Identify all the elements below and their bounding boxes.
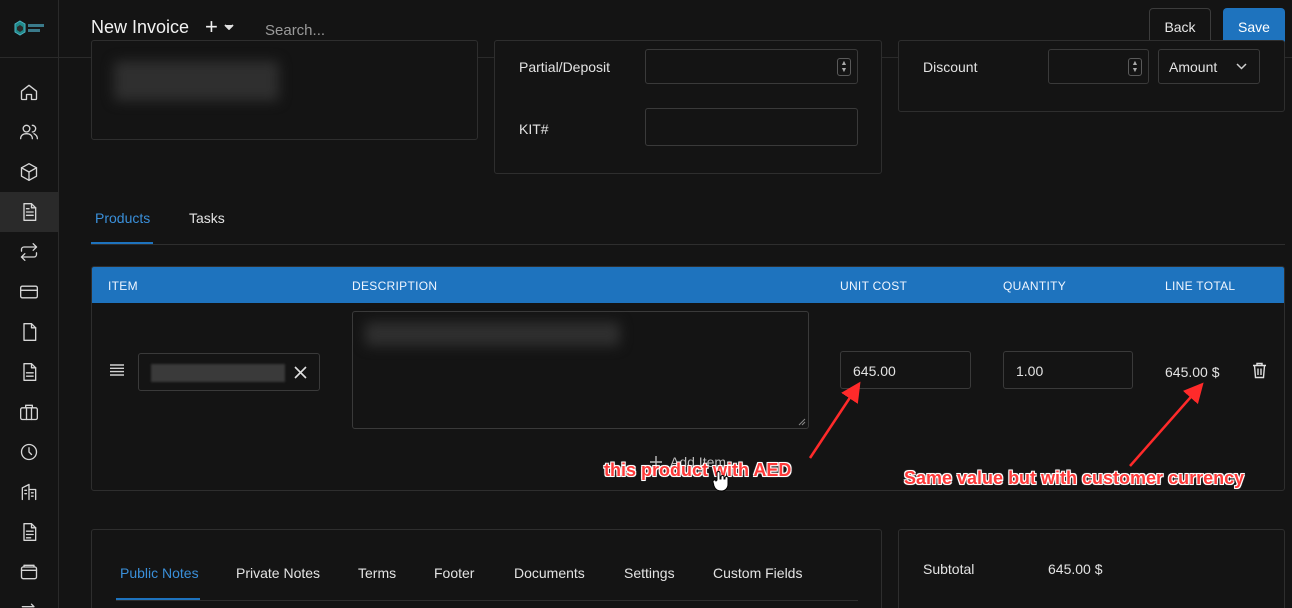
tab-terms[interactable]: Terms bbox=[358, 565, 396, 581]
line-items-table: ITEM DESCRIPTION UNIT COST QUANTITY LINE… bbox=[91, 266, 1285, 491]
tab-documents[interactable]: Documents bbox=[514, 565, 585, 581]
description-textarea[interactable] bbox=[352, 311, 809, 429]
sidebar-item-quotes[interactable] bbox=[0, 312, 58, 352]
column-header-description: DESCRIPTION bbox=[352, 279, 438, 293]
discount-type-select[interactable]: Amount bbox=[1158, 49, 1260, 84]
credit-card-icon bbox=[20, 285, 38, 299]
plus-icon: + bbox=[205, 14, 218, 39]
kit-label: KIT# bbox=[519, 121, 549, 137]
chevron-down-icon bbox=[224, 24, 234, 30]
totals-card: Subtotal 645.00 $ bbox=[898, 529, 1285, 608]
sidebar-item-projects[interactable] bbox=[0, 392, 58, 432]
tab-private-notes[interactable]: Private Notes bbox=[236, 565, 320, 581]
drag-handle-icon[interactable] bbox=[109, 364, 125, 376]
tab-custom-fields[interactable]: Custom Fields bbox=[713, 565, 802, 581]
discount-input[interactable]: ▲ ▼ bbox=[1048, 49, 1149, 84]
sidebar-item-products[interactable] bbox=[0, 152, 58, 192]
receipt-icon bbox=[23, 523, 37, 541]
tab-products[interactable]: Products bbox=[95, 210, 150, 226]
home-icon bbox=[20, 84, 38, 101]
sidebar-item-vendors[interactable] bbox=[0, 472, 58, 512]
product-name-redacted bbox=[151, 364, 285, 382]
details-card: Partial/Deposit ▲ ▼ KIT# bbox=[494, 40, 882, 174]
annotation-right: Same value but with customer currency bbox=[904, 468, 1245, 488]
description-redacted bbox=[365, 322, 620, 346]
column-header-item: ITEM bbox=[108, 279, 138, 293]
tab-tasks[interactable]: Tasks bbox=[189, 210, 225, 226]
client-details-redacted bbox=[114, 61, 279, 101]
chevron-down-icon bbox=[1236, 63, 1247, 70]
sidebar-item-payments[interactable] bbox=[0, 272, 58, 312]
column-header-line-total: LINE TOTAL bbox=[1165, 279, 1236, 293]
create-menu-button[interactable]: + bbox=[205, 16, 234, 38]
column-header-quantity: QUANTITY bbox=[1003, 279, 1067, 293]
annotation-left: this product with AED bbox=[604, 460, 792, 480]
number-stepper-icon[interactable]: ▲ ▼ bbox=[1128, 58, 1142, 76]
kit-input[interactable] bbox=[645, 108, 858, 146]
line-total-value: 645.00 $ bbox=[1165, 364, 1220, 380]
client-card bbox=[91, 40, 478, 140]
table-header: ITEM DESCRIPTION UNIT COST QUANTITY LINE… bbox=[92, 267, 1284, 303]
building-icon bbox=[21, 483, 37, 501]
sidebar-item-tasks[interactable] bbox=[0, 432, 58, 472]
sidebar bbox=[0, 0, 59, 608]
close-icon[interactable] bbox=[294, 366, 307, 379]
app: New Invoice + Back Save Partial/Deposit … bbox=[0, 0, 1292, 608]
sidebar-item-purchase-orders[interactable] bbox=[0, 512, 58, 552]
users-icon bbox=[20, 124, 38, 140]
tab-public-notes[interactable]: Public Notes bbox=[120, 565, 199, 581]
sidebar-item-credits[interactable] bbox=[0, 352, 58, 392]
file-icon bbox=[23, 323, 37, 341]
unit-cost-input[interactable]: 645.00 bbox=[840, 351, 971, 389]
document-icon bbox=[23, 363, 37, 381]
hand-cursor-icon bbox=[712, 471, 729, 492]
partial-deposit-label: Partial/Deposit bbox=[519, 59, 611, 75]
logo[interactable] bbox=[0, 0, 59, 58]
partial-deposit-input[interactable]: ▲ ▼ bbox=[645, 49, 858, 84]
transfer-icon bbox=[21, 603, 35, 608]
subtotal-value: 645.00 $ bbox=[1048, 561, 1103, 577]
sidebar-item-transactions[interactable] bbox=[0, 590, 58, 608]
tabs-divider bbox=[116, 600, 858, 601]
product-select[interactable] bbox=[138, 353, 320, 391]
subtotal-label: Subtotal bbox=[923, 561, 975, 577]
trash-icon[interactable] bbox=[1252, 362, 1267, 379]
logo-icon bbox=[14, 19, 44, 36]
briefcase-icon bbox=[20, 404, 38, 421]
clock-icon bbox=[20, 443, 38, 461]
resize-handle-icon[interactable] bbox=[796, 416, 806, 426]
discount-type-value: Amount bbox=[1169, 59, 1218, 75]
sidebar-item-invoices[interactable] bbox=[0, 192, 58, 232]
sidebar-item-dashboard[interactable] bbox=[0, 72, 58, 112]
quantity-input[interactable]: 1.00 bbox=[1003, 351, 1133, 389]
wallet-icon bbox=[20, 564, 38, 580]
discount-label: Discount bbox=[923, 59, 978, 75]
invoice-icon bbox=[23, 203, 37, 221]
discount-card: Discount ▲ ▼ Amount bbox=[898, 40, 1285, 112]
items-tabs: Products Tasks bbox=[91, 200, 1285, 245]
tab-settings[interactable]: Settings bbox=[624, 565, 675, 581]
column-header-unit-cost: UNIT COST bbox=[840, 279, 908, 293]
number-stepper-icon[interactable]: ▲ ▼ bbox=[837, 58, 851, 76]
recurring-icon bbox=[20, 243, 38, 261]
tab-footer[interactable]: Footer bbox=[434, 565, 474, 581]
active-tab-indicator bbox=[91, 242, 153, 244]
sidebar-item-recurring[interactable] bbox=[0, 232, 58, 272]
page-title: New Invoice bbox=[91, 17, 190, 37]
sidebar-item-expenses[interactable] bbox=[0, 552, 58, 592]
box-icon bbox=[20, 163, 38, 181]
sidebar-item-clients[interactable] bbox=[0, 112, 58, 152]
